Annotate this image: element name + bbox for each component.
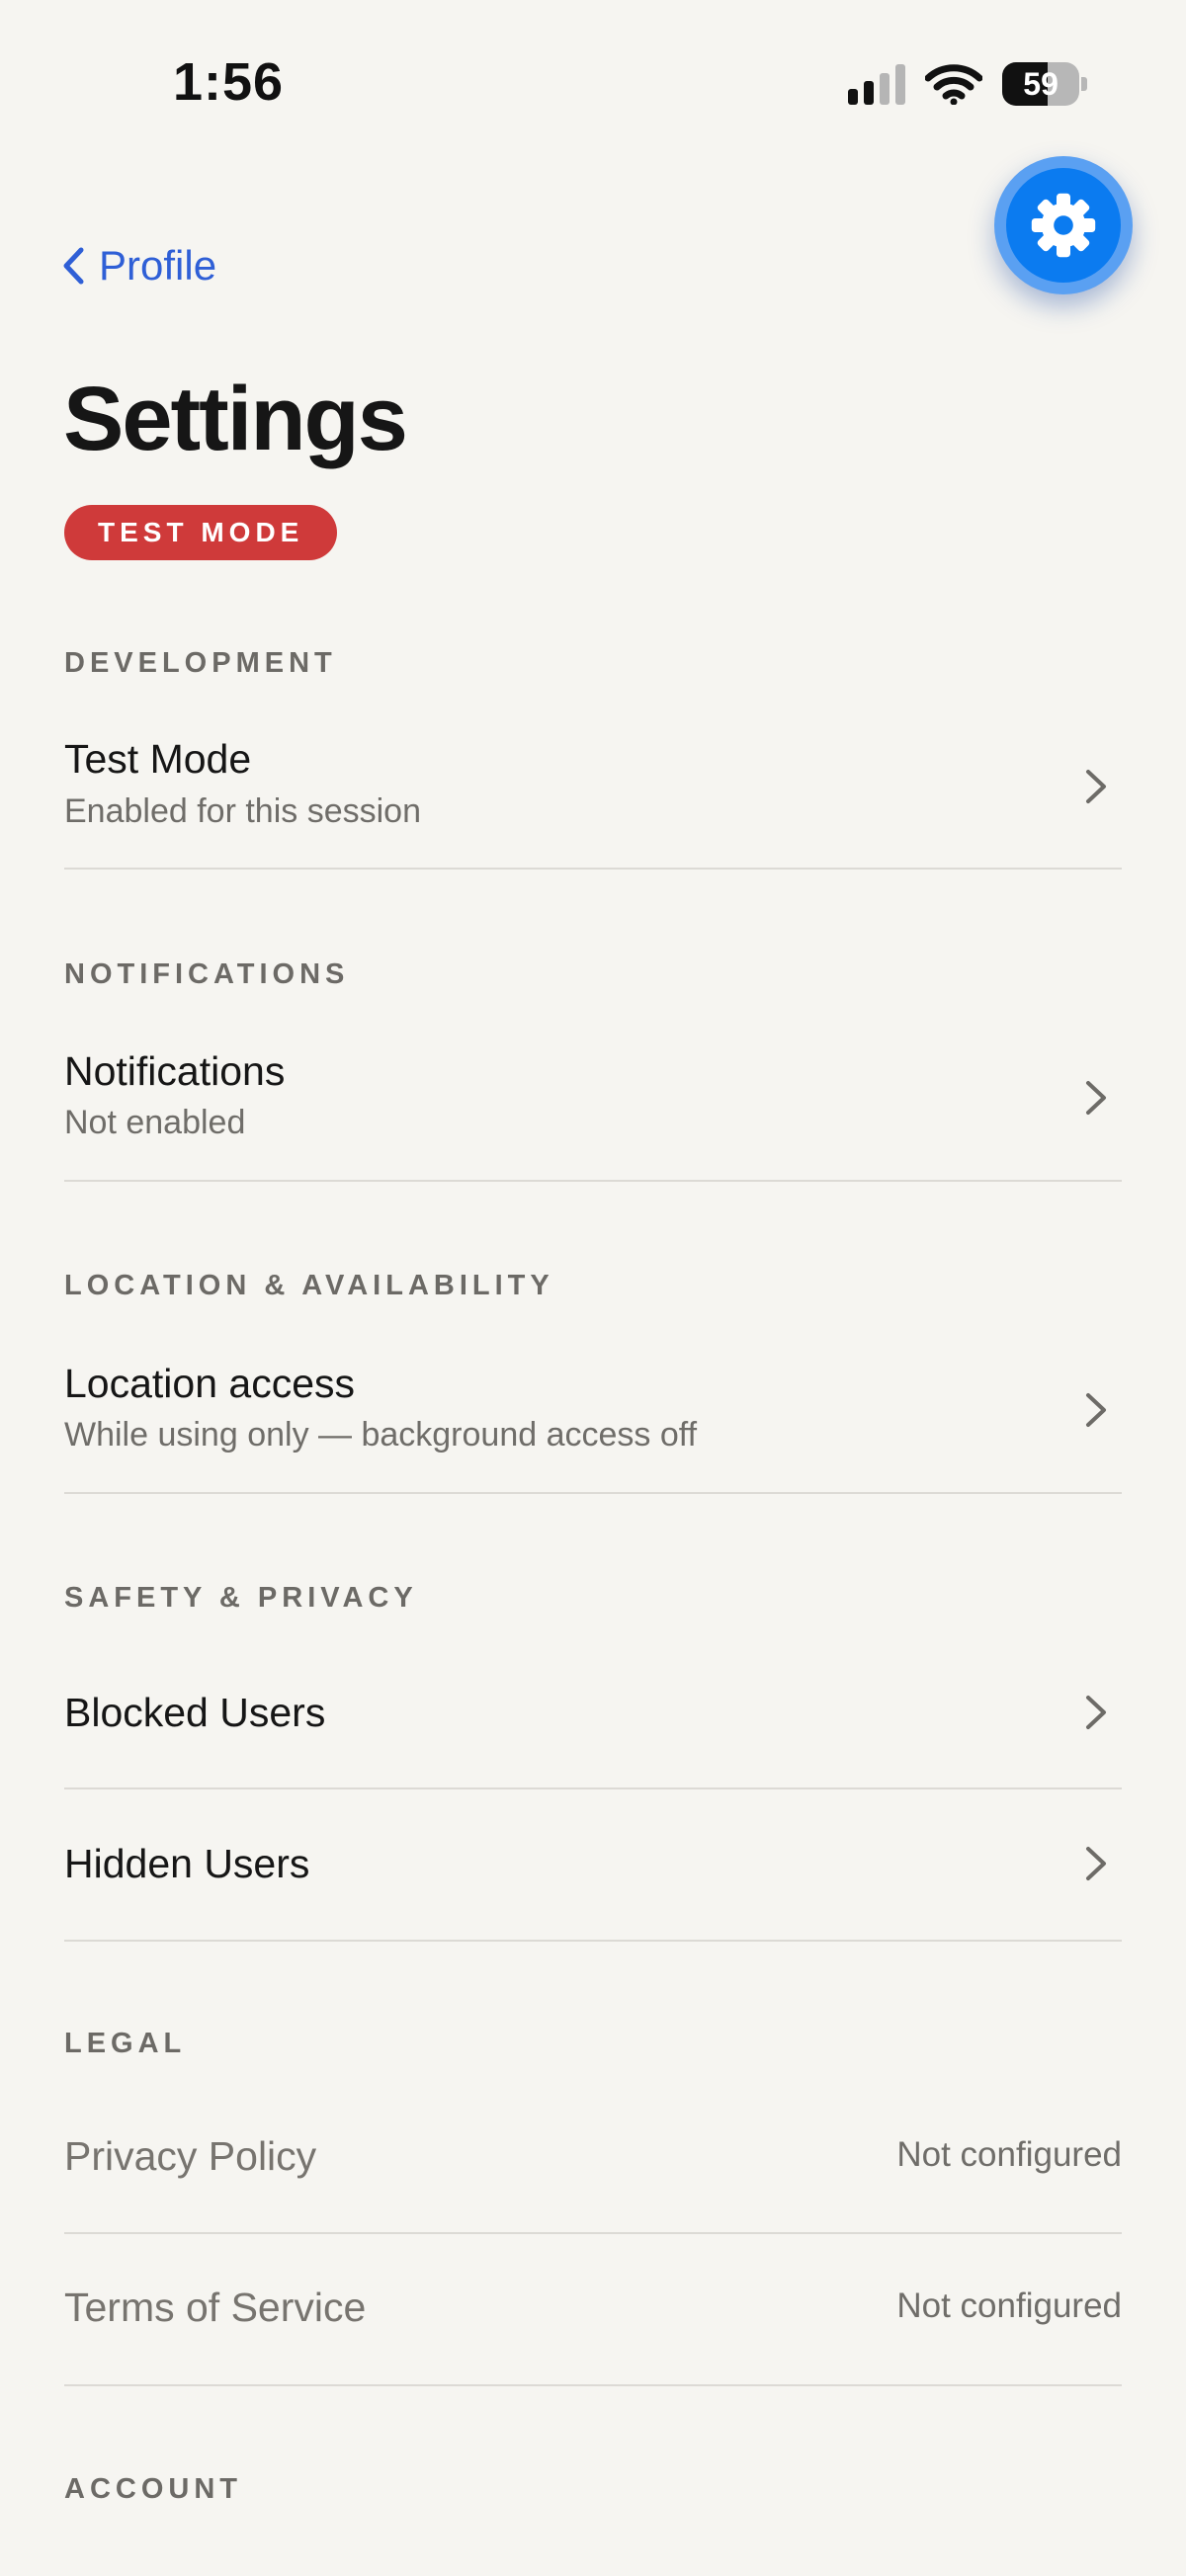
row-terms-of-service[interactable]: Terms of Service Not configured xyxy=(64,2234,1122,2386)
status-icons: 59 xyxy=(848,59,1087,109)
gear-icon xyxy=(1031,193,1096,258)
chevron-right-icon xyxy=(1086,1393,1106,1427)
row-value: Not configured xyxy=(896,2286,1122,2325)
row-notifications[interactable]: Notifications Not enabled xyxy=(64,1023,1122,1182)
test-mode-badge: TEST MODE xyxy=(64,505,338,560)
back-label: Profile xyxy=(99,242,217,289)
section-header-legal: LEGAL xyxy=(64,2028,187,2059)
row-subtitle: Not enabled xyxy=(64,1104,246,1141)
row-title: Terms of Service xyxy=(64,2285,367,2330)
chevron-left-icon xyxy=(63,247,84,285)
battery-percent: 59 xyxy=(1023,65,1059,102)
section-header-notifications: NOTIFICATIONS xyxy=(64,958,350,990)
row-title: Privacy Policy xyxy=(64,2133,317,2179)
row-title: Notifications xyxy=(64,1048,286,1094)
chevron-right-icon xyxy=(1086,1081,1106,1115)
row-subtitle: While using only — background access off xyxy=(64,1416,698,1454)
settings-fab-button[interactable] xyxy=(994,156,1133,294)
wifi-icon xyxy=(925,64,982,105)
row-location-access[interactable]: Location access While using only — backg… xyxy=(64,1334,1122,1494)
row-hidden-users[interactable]: Hidden Users xyxy=(64,1789,1122,1942)
row-subtitle: Enabled for this session xyxy=(64,792,421,830)
chevron-right-icon xyxy=(1086,770,1106,803)
row-title: Hidden Users xyxy=(64,1841,310,1886)
section-header-development: DEVELOPMENT xyxy=(64,647,337,679)
status-time: 1:56 xyxy=(173,52,285,112)
row-privacy-policy[interactable]: Privacy Policy Not configured xyxy=(64,2082,1122,2234)
row-title: Location access xyxy=(64,1361,356,1406)
row-title: Test Mode xyxy=(64,736,252,782)
row-test-mode[interactable]: Test Mode Enabled for this session xyxy=(64,711,1122,870)
chevron-right-icon xyxy=(1086,1696,1106,1729)
row-title: Blocked Users xyxy=(64,1690,326,1735)
section-header-location: LOCATION & AVAILABILITY xyxy=(64,1270,554,1301)
battery-icon: 59 xyxy=(1002,62,1087,106)
row-value: Not configured xyxy=(896,2135,1122,2174)
back-button[interactable]: Profile xyxy=(61,242,216,290)
row-blocked-users[interactable]: Blocked Users xyxy=(64,1637,1122,1789)
chevron-right-icon xyxy=(1086,1847,1106,1880)
cellular-signal-icon xyxy=(848,63,905,105)
section-header-safety: SAFETY & PRIVACY xyxy=(64,1582,418,1614)
section-header-account: ACCOUNT xyxy=(64,2473,242,2505)
status-bar: 1:56 59 xyxy=(0,0,1186,148)
page-title: Settings xyxy=(63,369,408,469)
